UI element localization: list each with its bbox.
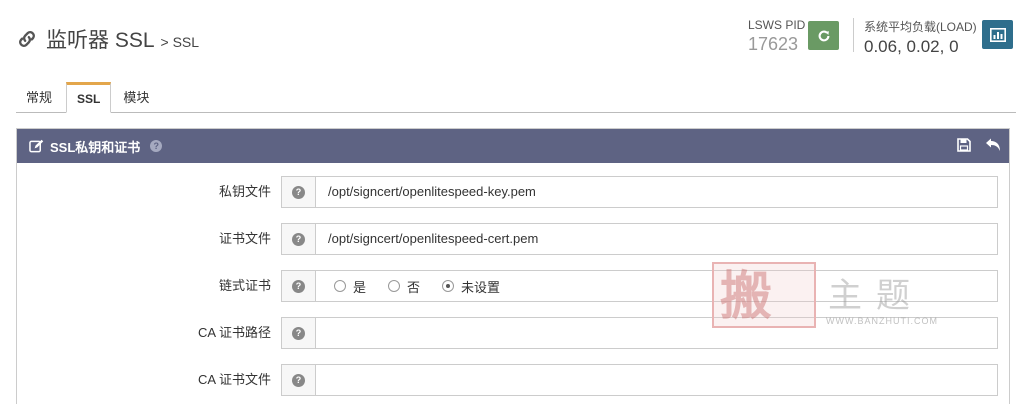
link-icon	[19, 31, 35, 47]
reload-button[interactable]	[808, 21, 839, 50]
tab-ssl[interactable]: SSL	[66, 82, 112, 113]
breadcrumb: > SSL	[160, 34, 200, 50]
question-icon: ?	[292, 279, 305, 293]
question-icon: ?	[292, 185, 305, 199]
question-icon: ?	[292, 232, 305, 246]
question-icon[interactable]: ?	[150, 140, 163, 152]
row-chain-cert: 链式证书 ? 是 否 未设置	[17, 270, 1009, 302]
ca-path-value	[316, 318, 328, 348]
ca-file-value	[316, 365, 328, 395]
chain-cert-radios: 是 否 未设置	[316, 271, 522, 301]
cert-file-value: /opt/signcert/openlitespeed-cert.pem	[328, 231, 539, 246]
refresh-icon	[818, 30, 829, 41]
panel-header: SSL私钥和证书 ?	[17, 129, 1009, 163]
radio-yes[interactable]: 是	[334, 277, 366, 296]
help-button[interactable]: ?	[282, 365, 316, 395]
row-ca-path: CA 证书路径 ?	[17, 317, 1009, 349]
page-title: 监听器 SSL	[46, 29, 155, 52]
row-label: 私钥文件	[218, 184, 271, 199]
panel-title: SSL私钥和证书	[50, 139, 141, 155]
load-value: 0.06, 0.02, 0	[864, 37, 959, 56]
radio-circle[interactable]	[388, 280, 401, 292]
cert-file-field: ? /opt/signcert/openlitespeed-cert.pem	[281, 223, 998, 255]
title-area: 监听器 SSL > SSL	[16, 24, 199, 54]
load-label: 系统平均负载(LOAD)	[864, 20, 977, 34]
radio-circle[interactable]	[334, 280, 346, 292]
bar-chart-icon	[989, 27, 1006, 42]
row-ca-file: CA 证书文件 ?	[17, 364, 1009, 396]
edit-icon	[29, 139, 44, 153]
question-icon: ?	[292, 326, 305, 340]
radio-label: 否	[407, 279, 421, 295]
row-label: 链式证书	[218, 278, 271, 293]
tab-bar: 常规 SSL 模块	[16, 82, 159, 113]
row-label: CA 证书文件	[198, 372, 271, 387]
key-file-value: /opt/signcert/openlitespeed-key.pem	[328, 184, 536, 199]
tab-general[interactable]: 常规	[16, 82, 62, 113]
radio-unset[interactable]: 未设置	[442, 277, 500, 296]
page-header: 监听器 SSL > SSL LSWS PID 17623 系统平均负载(LOAD…	[0, 0, 1026, 78]
pid-label: LSWS PID	[748, 18, 806, 32]
chain-cert-field: ? 是 否 未设置	[281, 270, 998, 302]
header-divider	[853, 18, 854, 52]
panel-actions	[957, 138, 1001, 152]
radio-label: 是	[353, 279, 367, 295]
save-icon[interactable]	[957, 138, 971, 152]
help-button[interactable]: ?	[282, 271, 316, 301]
tabs-divider	[16, 112, 1016, 113]
question-icon: ?	[292, 373, 305, 387]
row-key-file: 私钥文件 ? /opt/signcert/openlitespeed-key.p…	[17, 176, 1009, 208]
radio-no[interactable]: 否	[388, 277, 420, 296]
ca-file-field: ?	[281, 364, 998, 396]
pid-block: LSWS PID 17623	[748, 18, 805, 55]
help-button[interactable]: ?	[282, 177, 316, 207]
undo-icon[interactable]	[985, 138, 1001, 152]
row-label: CA 证书路径	[198, 325, 271, 340]
pid-value: 17623	[748, 34, 799, 54]
row-cert-file: 证书文件 ? /opt/signcert/openlitespeed-cert.…	[17, 223, 1009, 255]
help-button[interactable]: ?	[282, 224, 316, 254]
ssl-panel: SSL私钥和证书 ? 私钥文件 ? /opt/signcert/openlite…	[16, 128, 1010, 404]
key-file-field: ? /opt/signcert/openlitespeed-key.pem	[281, 176, 998, 208]
row-label: 证书文件	[218, 231, 271, 246]
load-block: 系统平均负载(LOAD) 0.06, 0.02, 0	[864, 18, 977, 57]
radio-circle[interactable]	[442, 280, 455, 292]
tab-modules[interactable]: 模块	[113, 82, 159, 113]
radio-label: 未设置	[461, 279, 501, 295]
help-button[interactable]: ?	[282, 318, 316, 348]
stats-button[interactable]	[982, 20, 1013, 49]
ca-path-field: ?	[281, 317, 998, 349]
